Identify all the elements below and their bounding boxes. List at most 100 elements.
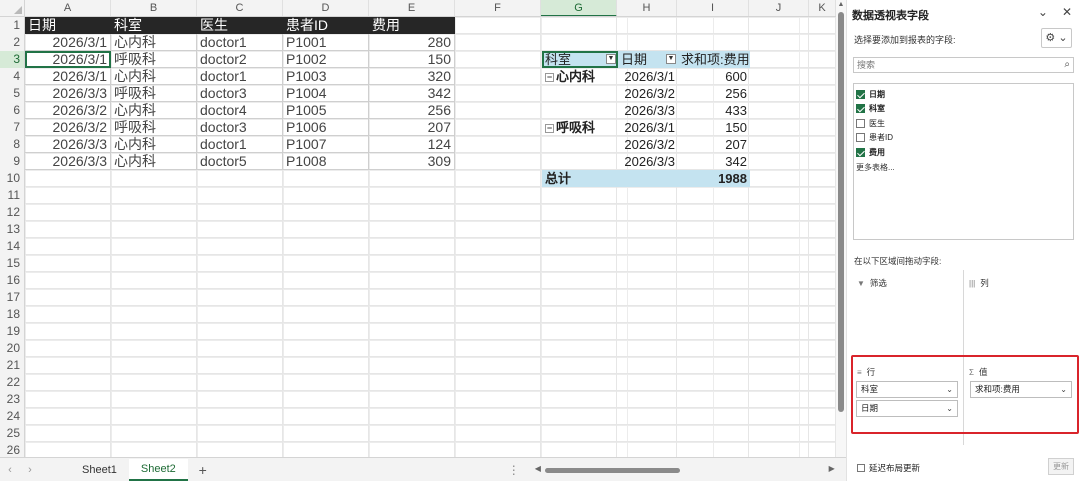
table-cell[interactable]: P1001 <box>283 34 369 51</box>
column-header-h[interactable]: H <box>617 0 677 16</box>
table-cell[interactable]: P1004 <box>283 85 369 102</box>
table-cell[interactable]: 心内科 <box>111 102 197 119</box>
columns-drop-zone[interactable] <box>967 292 1075 354</box>
close-icon[interactable]: ✕ <box>1062 5 1072 19</box>
table-cell[interactable]: 2026/3/1 <box>25 34 111 51</box>
values-chip-sum-fee[interactable]: 求和项:费用 ⌄ <box>970 381 1072 398</box>
field-checkbox[interactable] <box>856 118 865 128</box>
pivot-group-cell[interactable] <box>542 136 618 153</box>
row-header-4[interactable]: 4 <box>0 68 24 85</box>
more-tables-link[interactable]: 更多表格... <box>856 162 1071 173</box>
panel-collapse-icon[interactable]: ⌄ <box>1038 5 1048 19</box>
row-header-10[interactable]: 10 <box>0 170 24 187</box>
next-sheet-icon[interactable]: › <box>20 464 40 476</box>
pivot-date-cell[interactable]: 2026/3/1 <box>618 119 678 136</box>
column-header-g[interactable]: G <box>541 0 617 16</box>
row-header-2[interactable]: 2 <box>0 34 24 51</box>
row-header-21[interactable]: 21 <box>0 357 24 374</box>
row-header-1[interactable]: 1 <box>0 17 24 34</box>
row-header-25[interactable]: 25 <box>0 425 24 442</box>
table-cell[interactable]: doctor1 <box>197 68 283 85</box>
chevron-down-icon[interactable]: ⌄ <box>1060 382 1067 397</box>
table-cell[interactable]: 2026/3/3 <box>25 136 111 153</box>
table-cell[interactable]: 心内科 <box>111 68 197 85</box>
table-cell[interactable]: 2026/3/1 <box>25 68 111 85</box>
row-header-17[interactable]: 17 <box>0 289 24 306</box>
search-icon[interactable]: ⌕ <box>1064 58 1070 72</box>
table-cell[interactable]: 心内科 <box>111 34 197 51</box>
prev-sheet-icon[interactable]: ‹ <box>0 464 20 476</box>
update-button[interactable]: 更新 <box>1048 458 1074 475</box>
collapse-icon[interactable]: − <box>545 73 554 82</box>
horizontal-scroll-thumb[interactable] <box>544 467 680 473</box>
column-header-c[interactable]: C <box>197 0 283 16</box>
pivot-header-cell[interactable]: 日期 ▼ <box>618 51 678 68</box>
pivot-group-cell[interactable]: − 呼吸科 <box>542 119 618 136</box>
row-header-12[interactable]: 12 <box>0 204 24 221</box>
source-header-cell[interactable]: 患者ID <box>283 17 369 34</box>
filter-dropdown-icon[interactable]: ▼ <box>606 54 616 64</box>
field-checkbox[interactable] <box>856 104 865 114</box>
table-cell[interactable]: 256 <box>369 102 455 119</box>
pivot-date-cell[interactable]: 2026/3/3 <box>618 102 678 119</box>
table-cell[interactable]: P1002 <box>283 51 369 68</box>
row-header-19[interactable]: 19 <box>0 323 24 340</box>
table-cell[interactable]: 心内科 <box>111 153 197 170</box>
cell-grid[interactable]: 日期 科室 医生 患者ID 费用 2026/3/1 心内科 doctor1 P1001 280 20… <box>25 17 836 457</box>
table-cell[interactable]: P1008 <box>283 153 369 170</box>
pivot-value-cell[interactable]: 207 <box>678 136 750 153</box>
chevron-down-icon[interactable]: ⌄ <box>946 382 953 397</box>
row-header-24[interactable]: 24 <box>0 408 24 425</box>
pivot-group-cell[interactable]: − 心内科 <box>542 68 618 85</box>
row-header-16[interactable]: 16 <box>0 272 24 289</box>
source-header-cell[interactable]: 费用 <box>369 17 455 34</box>
table-cell[interactable]: 2026/3/2 <box>25 102 111 119</box>
column-header-e[interactable]: E <box>369 0 455 16</box>
collapse-icon[interactable]: − <box>545 124 554 133</box>
column-header-j[interactable]: J <box>749 0 809 16</box>
row-header-15[interactable]: 15 <box>0 255 24 272</box>
table-cell[interactable]: doctor3 <box>197 119 283 136</box>
source-header-cell[interactable]: 日期 <box>25 17 111 34</box>
field-checkbox[interactable] <box>856 133 865 143</box>
pivot-value-cell[interactable]: 150 <box>678 119 750 136</box>
column-header-d[interactable]: D <box>283 0 369 16</box>
row-header-22[interactable]: 22 <box>0 374 24 391</box>
row-header-11[interactable]: 11 <box>0 187 24 204</box>
filter-dropdown-icon[interactable]: ▼ <box>666 54 676 64</box>
source-header-cell[interactable]: 医生 <box>197 17 283 34</box>
field-item[interactable]: 日期 <box>856 87 1071 102</box>
tab-split-handle[interactable]: ⋮ <box>508 463 521 477</box>
pivot-group-cell[interactable] <box>542 102 618 119</box>
table-cell[interactable]: doctor1 <box>197 136 283 153</box>
pivot-header-cell[interactable]: 科室 ▼ <box>542 51 618 68</box>
table-cell[interactable]: P1007 <box>283 136 369 153</box>
select-all-corner[interactable] <box>0 0 25 17</box>
horizontal-scrollbar[interactable]: ◀ ▶ <box>535 464 835 475</box>
table-cell[interactable]: 2026/3/1 <box>25 51 111 68</box>
table-cell[interactable]: 心内科 <box>111 136 197 153</box>
defer-checkbox[interactable] <box>857 464 865 472</box>
pivot-total-blank[interactable] <box>618 170 678 187</box>
table-cell[interactable]: doctor2 <box>197 51 283 68</box>
table-cell[interactable]: doctor3 <box>197 85 283 102</box>
table-cell[interactable]: 320 <box>369 68 455 85</box>
tab-sheet1[interactable]: Sheet1 <box>70 459 129 481</box>
row-header-13[interactable]: 13 <box>0 221 24 238</box>
row-header-6[interactable]: 6 <box>0 102 24 119</box>
scroll-up-icon[interactable]: ▲ <box>836 0 846 10</box>
row-header-18[interactable]: 18 <box>0 306 24 323</box>
table-cell[interactable]: 309 <box>369 153 455 170</box>
table-cell[interactable]: doctor1 <box>197 34 283 51</box>
pivot-header-cell[interactable]: 求和项:费用 <box>678 51 750 68</box>
pivot-date-cell[interactable]: 2026/3/2 <box>618 85 678 102</box>
field-checkbox[interactable] <box>856 147 865 157</box>
column-header-i[interactable]: I <box>677 0 749 16</box>
field-item[interactable]: 患者ID <box>856 131 1071 146</box>
rows-chip-date[interactable]: 日期 ⌄ <box>856 400 958 417</box>
pivot-value-cell[interactable]: 342 <box>678 153 750 170</box>
field-settings-gear-icon[interactable]: ⚙ ⌄ <box>1041 28 1072 48</box>
row-header-3[interactable]: 3 <box>0 51 24 68</box>
chevron-down-icon[interactable]: ⌄ <box>946 401 953 416</box>
table-cell[interactable]: 2026/3/2 <box>25 119 111 136</box>
